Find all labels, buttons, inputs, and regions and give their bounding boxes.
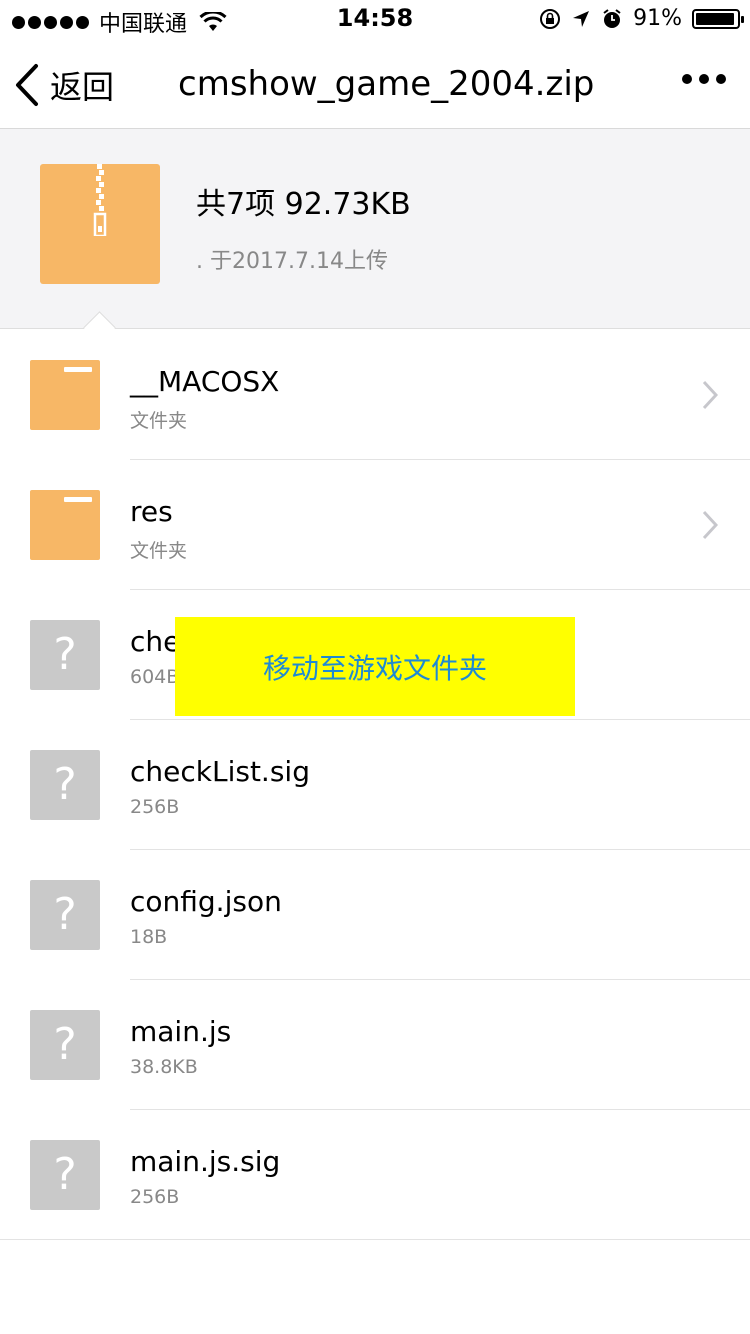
battery-icon (692, 8, 744, 29)
status-right: 91% (539, 6, 744, 31)
file-name: checkList.sig (130, 755, 310, 788)
status-bar: 中国联通 14:58 91% (0, 0, 750, 40)
list-item-checklist-sig[interactable]: ? checkList.sig 256B (0, 720, 750, 850)
file-meta: 256B (130, 796, 180, 818)
more-dot-icon (699, 74, 709, 84)
file-list: __MACOSX 文件夹 res 文件夹 ? checkList 604B ? … (0, 330, 750, 1240)
nav-bar: 返回 cmshow_game_2004.zip (0, 40, 750, 129)
unknown-file-icon: ? (30, 620, 100, 690)
unknown-file-icon: ? (30, 1010, 100, 1080)
file-meta: 文件夹 (130, 410, 188, 432)
back-label: 返回 (50, 68, 115, 106)
list-item-res[interactable]: res 文件夹 (0, 460, 750, 590)
more-options-button[interactable] (682, 74, 726, 84)
page-title: cmshow_game_2004.zip (178, 64, 595, 104)
list-item-main-js-sig[interactable]: ? main.js.sig 256B (0, 1110, 750, 1240)
chevron-right-icon (702, 380, 718, 410)
alarm-icon (603, 8, 621, 28)
folder-icon (30, 360, 100, 430)
file-name: config.json (130, 885, 282, 918)
unknown-file-icon: ? (30, 880, 100, 950)
list-item-main-js[interactable]: ? main.js 38.8KB (0, 980, 750, 1110)
chevron-left-icon (16, 64, 38, 106)
unknown-file-icon: ? (30, 1140, 100, 1210)
more-dot-icon (716, 74, 726, 84)
folder-icon (30, 490, 100, 560)
archive-upload-date: . 于2017.7.14上传 (196, 249, 388, 274)
divider (0, 1239, 750, 1240)
zipper-icon (93, 164, 107, 236)
file-meta: 38.8KB (130, 1056, 198, 1078)
battery-percent: 91% (633, 6, 682, 31)
back-button[interactable]: 返回 (14, 62, 114, 108)
list-item-macosx[interactable]: __MACOSX 文件夹 (0, 330, 750, 460)
archive-item-count-size: 共7项 92.73KB (196, 187, 411, 222)
file-name: __MACOSX (130, 365, 280, 398)
file-meta: 文件夹 (130, 540, 188, 562)
file-meta: 18B (130, 926, 168, 948)
file-name: res (130, 495, 173, 528)
location-arrow-icon (573, 10, 590, 27)
chevron-right-icon (702, 510, 718, 540)
list-item-config-json[interactable]: ? config.json 18B (0, 850, 750, 980)
archive-summary: 共7项 92.73KB . 于2017.7.14上传 (0, 129, 750, 329)
zip-archive-icon (40, 164, 160, 284)
file-meta: 604B (130, 666, 180, 688)
orientation-lock-icon (540, 8, 561, 29)
file-name: main.js.sig (130, 1145, 281, 1178)
move-to-game-folder-button[interactable]: 移动至游戏文件夹 (175, 617, 575, 716)
unknown-file-icon: ? (30, 750, 100, 820)
more-dot-icon (682, 74, 692, 84)
file-meta: 256B (130, 1186, 180, 1208)
file-name: main.js (130, 1015, 232, 1048)
